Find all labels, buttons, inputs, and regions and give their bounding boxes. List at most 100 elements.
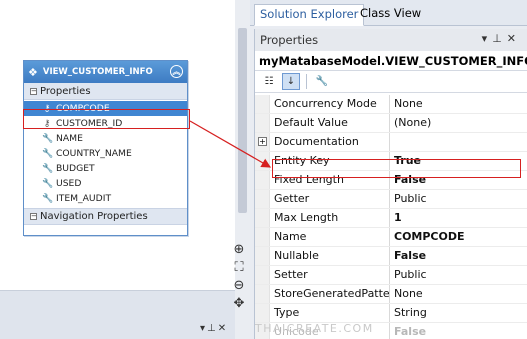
entity-property-row[interactable]: 🔧 USED: [24, 176, 187, 191]
row-gutter: [255, 95, 270, 113]
properties-section-label: Properties: [40, 85, 91, 97]
entity-icon: ❖: [28, 65, 38, 79]
entity-property-name: BUDGET: [56, 163, 95, 174]
wrench-icon: 🔧: [42, 148, 54, 159]
row-gutter: [255, 209, 270, 227]
entity-property-row[interactable]: 🔧 COUNTRY_NAME: [24, 146, 187, 161]
row-gutter: [255, 152, 270, 170]
alphabetical-icon[interactable]: ↓: [282, 73, 300, 90]
property-row[interactable]: Max Length 1: [255, 209, 527, 228]
property-row[interactable]: Name COMPCODE: [255, 228, 527, 247]
property-name: Nullable: [270, 247, 390, 265]
close-icon[interactable]: ✕: [507, 32, 521, 45]
row-gutter: [255, 228, 270, 246]
entity-name: VIEW_CUSTOMER_INFO: [42, 67, 153, 77]
collapse-box-icon[interactable]: −: [30, 87, 37, 95]
row-gutter: [255, 247, 270, 265]
row-gutter: [255, 266, 270, 284]
property-name: StoreGeneratedPattern: [270, 285, 390, 303]
entity-header[interactable]: ❖ VIEW_CUSTOMER_INFO ︽: [24, 61, 187, 83]
property-value[interactable]: Public: [390, 190, 527, 208]
property-name: Getter: [270, 190, 390, 208]
properties-title-bar: Properties ▾⊥✕: [255, 29, 527, 51]
tab-solution-explorer[interactable]: Solution Explorer: [254, 4, 365, 26]
watermark-text: THAICREATE.COM: [255, 322, 374, 335]
entity-property-row[interactable]: 🔧 BUDGET: [24, 161, 187, 176]
dropdown-icon[interactable]: ▾: [200, 323, 207, 334]
model-designer-canvas[interactable]: ❖ VIEW_CUSTOMER_INFO ︽ − Properties ⚷ COM…: [0, 0, 250, 339]
property-row[interactable]: Getter Public: [255, 190, 527, 209]
row-gutter: [255, 190, 270, 208]
property-value[interactable]: None: [390, 285, 527, 303]
property-value[interactable]: [390, 133, 527, 151]
properties-panel: Properties ▾⊥✕ myMatabaseModel.VIEW_CUST…: [254, 29, 527, 339]
property-row[interactable]: Default Value (None): [255, 114, 527, 133]
property-name: Name: [270, 228, 390, 246]
categorized-icon[interactable]: ☷: [260, 73, 278, 90]
property-name: Documentation: [270, 133, 390, 151]
collapse-icon[interactable]: ︽: [170, 65, 183, 78]
zoom-toolbar: ⊕ ⛶ ⊖ ✥: [231, 242, 249, 314]
property-name: Default Value: [270, 114, 390, 132]
row-gutter: [255, 304, 270, 322]
properties-toolbar: ☷ ↓ 🔧: [255, 71, 527, 93]
property-value[interactable]: False: [390, 247, 527, 265]
wrench-icon: 🔧: [42, 133, 54, 144]
wrench-icon: 🔧: [42, 163, 54, 174]
property-name: Setter: [270, 266, 390, 284]
property-row[interactable]: Type String: [255, 304, 527, 323]
highlight-box-compcode: [23, 109, 190, 129]
expand-icon[interactable]: +: [258, 137, 267, 146]
navigation-section-header[interactable]: − Navigation Properties: [24, 208, 187, 225]
property-name: Max Length: [270, 209, 390, 227]
property-value[interactable]: String: [390, 304, 527, 322]
entity-property-row[interactable]: 🔧 NAME: [24, 131, 187, 146]
row-gutter: [255, 171, 270, 189]
property-row[interactable]: Nullable False: [255, 247, 527, 266]
property-value[interactable]: Public: [390, 266, 527, 284]
property-value[interactable]: None: [390, 95, 527, 113]
toolbar-divider: [306, 74, 307, 89]
tab-class-view[interactable]: Class View: [355, 4, 426, 26]
property-row[interactable]: Setter Public: [255, 266, 527, 285]
entity-property-name: ITEM_AUDIT: [56, 193, 112, 204]
property-value[interactable]: (None): [390, 114, 527, 132]
property-pages-icon[interactable]: 🔧: [313, 73, 331, 90]
property-name: Concurrency Mode: [270, 95, 390, 113]
property-row[interactable]: StoreGeneratedPattern None: [255, 285, 527, 304]
properties-title: Properties: [260, 33, 319, 47]
zoom-fit-icon[interactable]: ⛶: [231, 260, 247, 276]
pin-icon[interactable]: ⊥: [492, 32, 507, 45]
pin-icon[interactable]: ⊥: [207, 323, 218, 334]
object-selector[interactable]: myMatabaseModel.VIEW_CUSTOMER_INFO.C: [255, 51, 527, 71]
row-gutter: [255, 285, 270, 303]
property-name: Type: [270, 304, 390, 322]
entity-property-row[interactable]: 🔧 ITEM_AUDIT: [24, 191, 187, 206]
zoom-in-icon[interactable]: ⊕: [231, 242, 247, 258]
property-value[interactable]: False: [390, 323, 527, 339]
row-gutter: +: [255, 133, 270, 151]
wrench-icon: 🔧: [42, 193, 54, 204]
entity-property-name: USED: [56, 178, 82, 189]
scrollbar-thumb[interactable]: [238, 28, 247, 213]
collapse-box-icon[interactable]: −: [30, 213, 37, 220]
property-grid: Concurrency Mode None Default Value (None) +…: [255, 95, 527, 339]
zoom-out-icon[interactable]: ⊖: [231, 278, 247, 294]
wrench-icon: 🔧: [42, 178, 54, 189]
navigation-section-label: Navigation Properties: [40, 211, 148, 222]
pan-icon[interactable]: ✥: [231, 296, 247, 312]
entity-property-name: NAME: [56, 133, 83, 144]
entity-property-name: COUNTRY_NAME: [56, 148, 132, 159]
property-value[interactable]: 1: [390, 209, 527, 227]
highlight-box-entity-key: [272, 159, 521, 178]
panel-controls: ▾⊥✕: [200, 323, 228, 334]
properties-section-header[interactable]: − Properties: [24, 83, 187, 100]
entity-box[interactable]: ❖ VIEW_CUSTOMER_INFO ︽ − Properties ⚷ COM…: [23, 60, 188, 236]
dropdown-icon[interactable]: ▾: [482, 32, 493, 45]
property-row[interactable]: + Documentation: [255, 133, 527, 152]
row-gutter: [255, 114, 270, 132]
property-value[interactable]: COMPCODE: [390, 228, 527, 246]
tool-window-tabs: Solution Explorer Class View: [250, 0, 527, 26]
property-row[interactable]: Concurrency Mode None: [255, 95, 527, 114]
close-icon[interactable]: ✕: [218, 323, 228, 334]
